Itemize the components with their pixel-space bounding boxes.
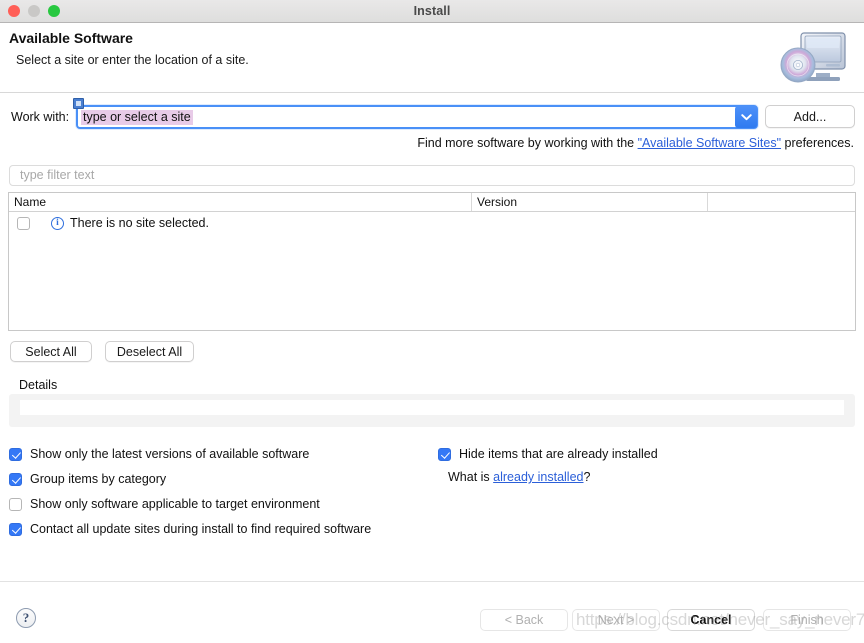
column-header-name[interactable]: Name [9, 193, 472, 211]
what-is-already-installed-text: What is already installed? [448, 470, 590, 484]
option-group-by-category[interactable]: Group items by category [9, 472, 166, 486]
option-label: Group items by category [30, 472, 167, 486]
work-with-row: Work with: type or select a site Add... [0, 98, 864, 131]
filter-input[interactable]: type filter text [9, 165, 855, 186]
help-icon[interactable]: ? [16, 608, 36, 628]
cancel-button[interactable]: Cancel [667, 609, 755, 631]
find-more-software-text: Find more software by working with the "… [417, 136, 854, 150]
dialog-body: Work with: type or select a site Add... … [0, 94, 864, 580]
title-bar: Install [0, 0, 864, 23]
checkbox-contact-all-update-sites[interactable] [9, 522, 22, 536]
work-with-input[interactable]: type or select a site [81, 110, 193, 125]
table-row[interactable]: i There is no site selected. [9, 212, 855, 234]
work-with-combobox[interactable]: type or select a site [73, 98, 758, 129]
checkbox-applicable-to-target[interactable] [9, 497, 22, 511]
site-badge-icon [73, 98, 84, 109]
work-with-label: Work with: [11, 110, 70, 124]
software-table: Name Version i There is no site selected… [8, 192, 856, 331]
what-is-prefix: What is [448, 470, 494, 484]
checkbox-group-by-category[interactable] [9, 472, 22, 486]
checkbox-show-latest-versions[interactable] [9, 447, 22, 461]
deselect-all-button[interactable]: Deselect All [105, 341, 194, 362]
add-site-button[interactable]: Add... [765, 105, 855, 128]
option-applicable-to-target[interactable]: Show only software applicable to target … [9, 497, 320, 511]
already-installed-link[interactable]: already installed [493, 470, 583, 484]
page-subtitle: Select a site or enter the location of a… [16, 53, 249, 67]
select-all-button[interactable]: Select All [10, 341, 92, 362]
option-show-latest-versions[interactable]: Show only the latest versions of availab… [9, 447, 309, 461]
available-software-sites-link[interactable]: "Available Software Sites" [638, 136, 781, 150]
dialog-footer: ? < Back Next > Cancel Finish [0, 581, 864, 643]
option-contact-all-update-sites[interactable]: Contact all update sites during install … [9, 522, 371, 536]
maximize-button[interactable] [48, 5, 60, 17]
details-label: Details [19, 378, 58, 392]
option-label: Hide items that are already installed [459, 447, 658, 461]
option-label: Show only software applicable to target … [30, 497, 320, 511]
details-text [20, 400, 844, 415]
option-hide-installed-items[interactable]: Hide items that are already installed [438, 447, 658, 461]
computer-with-disc-icon [768, 21, 856, 91]
find-more-prefix: Find more software by working with the [417, 136, 638, 150]
what-is-suffix: ? [583, 470, 591, 484]
window-controls [8, 5, 60, 17]
next-button[interactable]: Next > [572, 609, 660, 631]
row-name-cell: There is no site selected. [70, 216, 209, 230]
option-label: Show only the latest versions of availab… [30, 447, 310, 461]
minimize-button[interactable] [28, 5, 40, 17]
row-checkbox[interactable] [17, 216, 30, 230]
column-header-extra[interactable] [708, 193, 855, 211]
dialog-header: Available Software Select a site or ente… [0, 23, 864, 93]
install-dialog-window: Install Available Software Select a site… [0, 0, 864, 643]
row-message: i There is no site selected. [51, 216, 209, 230]
finish-button[interactable]: Finish [763, 609, 851, 631]
chevron-down-icon[interactable] [735, 106, 757, 128]
find-more-suffix: preferences. [781, 136, 855, 150]
table-header-row: Name Version [9, 193, 855, 212]
column-header-version[interactable]: Version [472, 193, 708, 211]
info-icon: i [51, 216, 64, 230]
details-panel [9, 394, 855, 427]
window-title: Install [413, 4, 451, 18]
close-button[interactable] [8, 5, 20, 17]
checkbox-hide-installed-items[interactable] [438, 447, 451, 461]
back-button[interactable]: < Back [480, 609, 568, 631]
page-title: Available Software [9, 30, 133, 46]
option-label: Contact all update sites during install … [30, 522, 372, 536]
